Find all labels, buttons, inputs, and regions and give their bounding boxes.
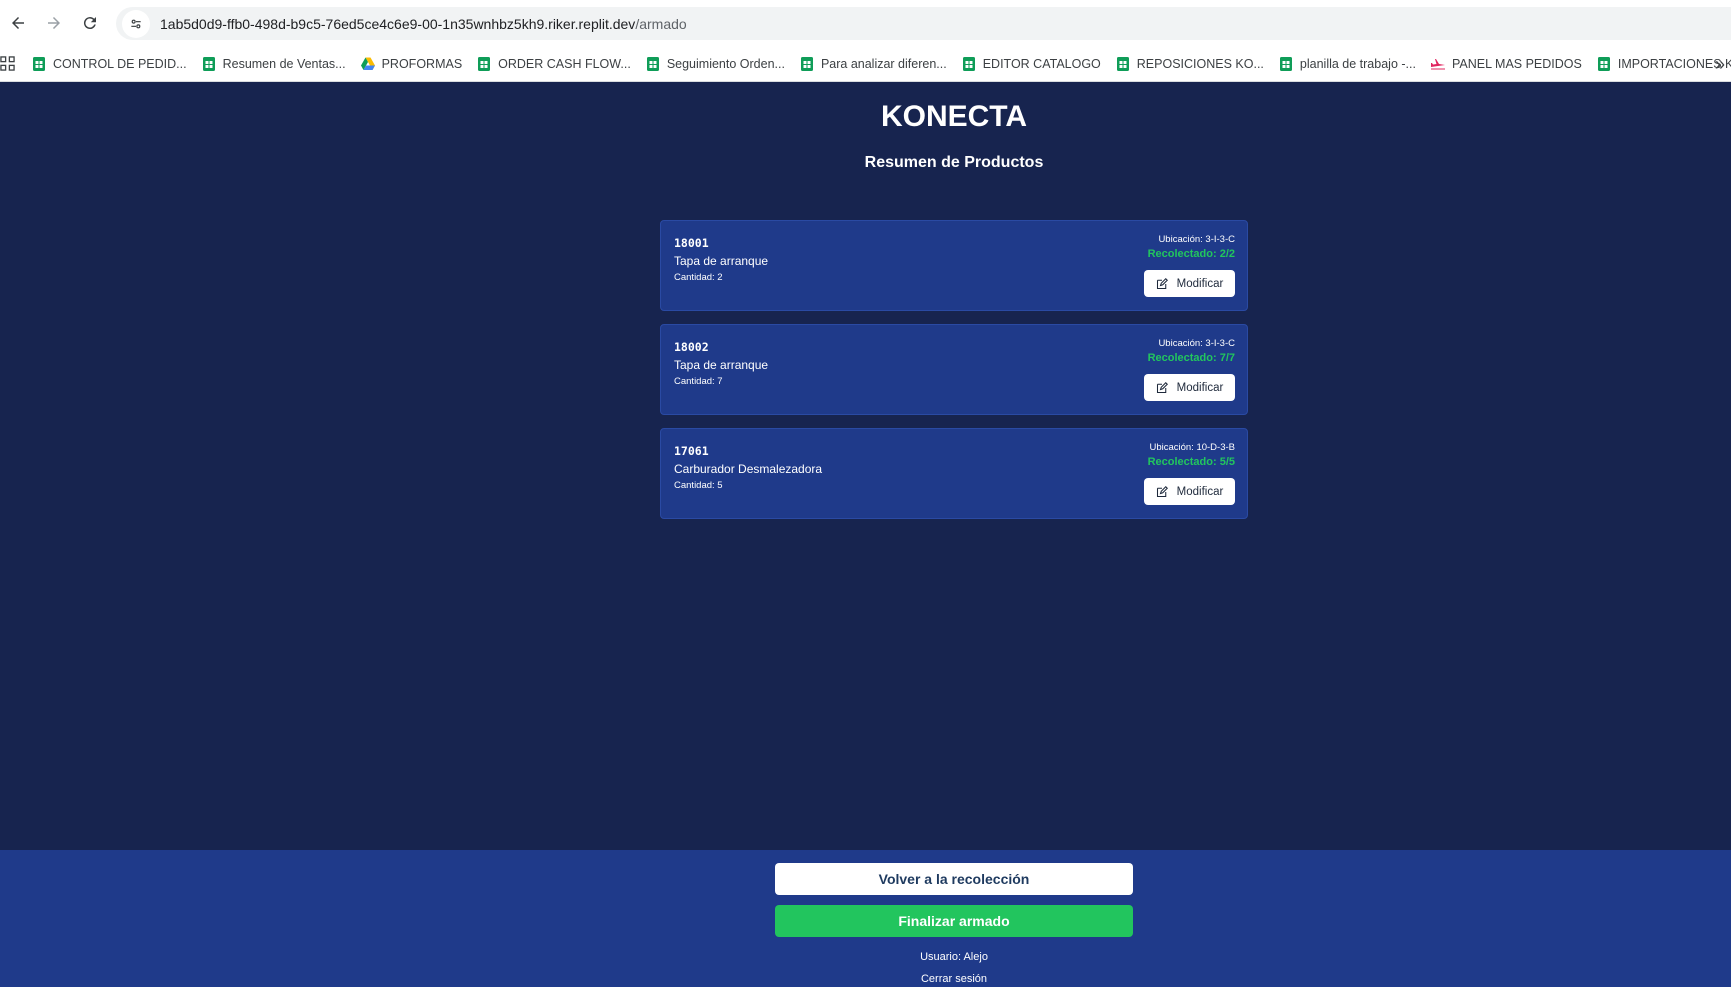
finish-assembly-button[interactable]: Finalizar armado — [775, 905, 1133, 937]
bookmark-label: Seguimiento Orden... — [666, 56, 785, 71]
bookmark-item[interactable]: Resumen de Ventas... — [195, 50, 354, 78]
bookmark-label: PROFORMAS — [381, 56, 463, 71]
modify-button[interactable]: Modificar — [1144, 270, 1235, 297]
product-location: Ubicación: 3-I-3-C — [1158, 234, 1235, 245]
url-path: /armado — [635, 15, 687, 32]
product-quantity: Cantidad: 7 — [674, 376, 723, 387]
url-text[interactable]: 1ab5d0d9-ffb0-498d-b9c5-76ed5ce4c6e9-00-… — [160, 16, 687, 32]
page-subtitle: Resumen de Productos — [864, 154, 1044, 171]
bookmark-item[interactable]: IMPORTACIONES K... — [1590, 50, 1731, 78]
bookmark-label: REPOSICIONES KO... — [1136, 56, 1264, 71]
product-code: 17061 — [674, 444, 709, 458]
bookmark-label: Para analizar diferen... — [820, 56, 947, 71]
product-card: 18001 Tapa de arranque Cantidad: 2 Ubica… — [660, 220, 1248, 311]
reload-button[interactable] — [72, 5, 108, 41]
back-button[interactable] — [0, 5, 36, 41]
reload-icon — [83, 17, 96, 30]
bookmark-list: CONTROL DE PEDID... Resumen de Ventas... P… — [25, 50, 1731, 78]
current-user: Usuario: Alejo — [920, 951, 988, 963]
app-page: KONECTA Resumen de Productos 18001 Tapa … — [0, 82, 1731, 850]
action-footer: Volver a la recolección Finalizar armado… — [0, 850, 1731, 987]
arrow-left-icon — [12, 17, 24, 29]
site-settings-icon[interactable] — [122, 9, 150, 38]
sheets-icon — [645, 56, 667, 72]
product-card: 18002 Tapa de arranque Cantidad: 7 Ubica… — [660, 324, 1248, 415]
modify-button-label: Modificar — [1176, 485, 1224, 498]
product-picked-status: Recolectado: 7/7 — [1147, 352, 1235, 364]
product-name: Tapa de arranque — [674, 358, 769, 372]
bookmark-item[interactable]: PANEL MAS PEDIDOS — [1424, 50, 1590, 78]
bookmark-label: PANEL MAS PEDIDOS — [1451, 56, 1582, 71]
address-row: 1ab5d0d9-ffb0-498d-b9c5-76ed5ce4c6e9-00-… — [0, 0, 1731, 46]
edit-icon — [1156, 485, 1168, 497]
bookmark-label: ORDER CASH FLOW... — [498, 56, 631, 71]
product-name: Tapa de arranque — [674, 254, 769, 268]
arrow-right-icon — [48, 17, 60, 29]
address-bar[interactable]: 1ab5d0d9-ffb0-498d-b9c5-76ed5ce4c6e9-00-… — [116, 7, 1731, 40]
bookmark-item[interactable]: Seguimiento Orden... — [639, 50, 793, 78]
modify-button-label: Modificar — [1176, 381, 1224, 394]
product-quantity: Cantidad: 5 — [674, 480, 723, 491]
sheets-icon — [31, 56, 53, 72]
modify-button[interactable]: Modificar — [1144, 374, 1235, 401]
sheets-icon — [476, 56, 498, 72]
bookmark-label: planilla de trabajo -... — [1299, 56, 1416, 71]
product-code: 18001 — [674, 236, 709, 250]
bookmark-item[interactable]: planilla de trabajo -... — [1272, 50, 1424, 78]
page-title: KONECTA — [880, 100, 1028, 133]
sheets-icon — [1115, 56, 1137, 72]
drive-icon — [360, 56, 382, 72]
forward-button[interactable] — [36, 5, 72, 41]
plane-icon — [1430, 56, 1452, 72]
browser-chrome: 1ab5d0d9-ffb0-498d-b9c5-76ed5ce4c6e9-00-… — [0, 0, 1731, 82]
bookmark-item[interactable]: REPOSICIONES KO... — [1109, 50, 1272, 78]
sheets-icon — [201, 56, 223, 72]
logout-link[interactable]: Cerrar sesión — [775, 973, 1133, 985]
product-location: Ubicación: 3-I-3-C — [1158, 338, 1235, 349]
modify-button[interactable]: Modificar — [1144, 478, 1235, 505]
product-code: 18002 — [674, 340, 709, 354]
sheets-icon — [1278, 56, 1300, 72]
back-to-picking-button[interactable]: Volver a la recolección — [775, 863, 1133, 895]
bookmark-item[interactable]: CONTROL DE PEDID... — [25, 50, 195, 78]
apps-grid-icon[interactable] — [0, 46, 15, 82]
bookmark-label: CONTROL DE PEDID... — [53, 56, 187, 71]
bookmark-item[interactable]: EDITOR CATALOGO — [955, 50, 1109, 78]
product-location: Ubicación: 10-D-3-B — [1149, 442, 1235, 453]
url-host: 1ab5d0d9-ffb0-498d-b9c5-76ed5ce4c6e9-00-… — [160, 15, 636, 32]
sheets-icon — [961, 56, 983, 72]
product-picked-status: Recolectado: 5/5 — [1147, 456, 1235, 468]
bookmark-item[interactable]: ORDER CASH FLOW... — [470, 50, 639, 78]
more-bookmarks-icon[interactable]: » — [1715, 46, 1725, 82]
product-card: 17061 Carburador Desmalezadora Cantidad:… — [660, 428, 1248, 519]
bookmark-label: EDITOR CATALOGO — [982, 56, 1101, 71]
modify-button-label: Modificar — [1176, 277, 1224, 290]
sheets-icon — [799, 56, 821, 72]
product-name: Carburador Desmalezadora — [674, 462, 823, 476]
bookmark-item[interactable]: PROFORMAS — [354, 50, 471, 78]
edit-icon — [1156, 381, 1168, 393]
product-picked-status: Recolectado: 2/2 — [1147, 248, 1235, 260]
product-quantity: Cantidad: 2 — [674, 272, 723, 283]
bookmark-label: Resumen de Ventas... — [222, 56, 346, 71]
bookmarks-bar: CONTROL DE PEDID... Resumen de Ventas... P… — [0, 46, 1731, 82]
edit-icon — [1156, 277, 1168, 289]
bookmark-item[interactable]: Para analizar diferen... — [793, 50, 955, 78]
sheets-icon — [1596, 56, 1618, 72]
